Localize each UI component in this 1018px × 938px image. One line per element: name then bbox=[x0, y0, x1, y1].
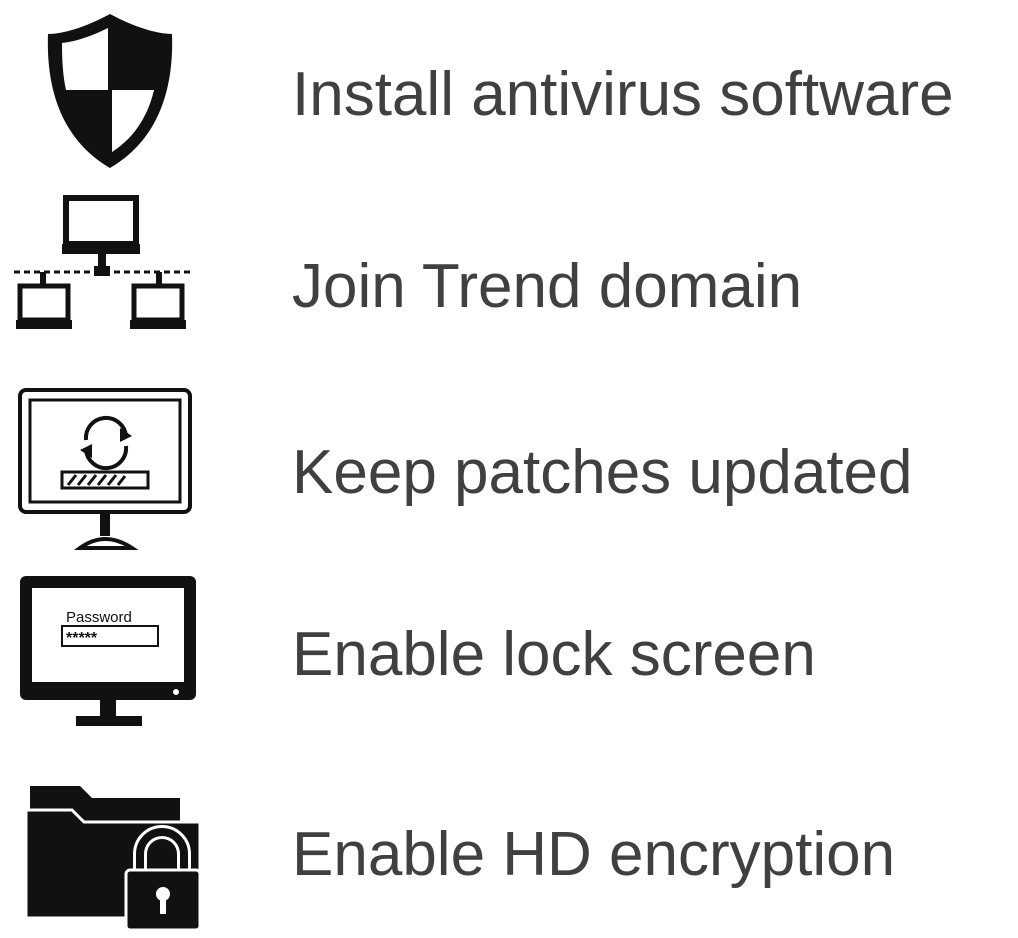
checklist-item-lock-screen: Password ***** Enable lock screen bbox=[0, 570, 1018, 740]
monitor-update-icon bbox=[18, 388, 192, 550]
checklist-item-encryption: Enable HD encryption bbox=[0, 770, 1018, 938]
folder-lock-icon bbox=[24, 786, 202, 932]
checklist-label: Enable lock screen bbox=[292, 620, 816, 689]
icon-password-mask: ***** bbox=[66, 630, 98, 647]
checklist-label: Install antivirus software bbox=[292, 60, 954, 129]
monitor-password-icon: Password ***** bbox=[20, 576, 196, 726]
shield-icon bbox=[47, 14, 173, 168]
checklist-item-antivirus: Install antivirus software bbox=[0, 0, 1018, 180]
checklist-label: Keep patches updated bbox=[292, 438, 913, 507]
checklist-item-patches: Keep patches updated bbox=[0, 380, 1018, 560]
icon-password-text: Password bbox=[66, 609, 132, 626]
checklist-item-domain: Join Trend domain bbox=[0, 190, 1018, 350]
checklist-label: Enable HD encryption bbox=[292, 820, 896, 889]
checklist-label: Join Trend domain bbox=[292, 252, 803, 321]
network-icon bbox=[14, 195, 192, 329]
